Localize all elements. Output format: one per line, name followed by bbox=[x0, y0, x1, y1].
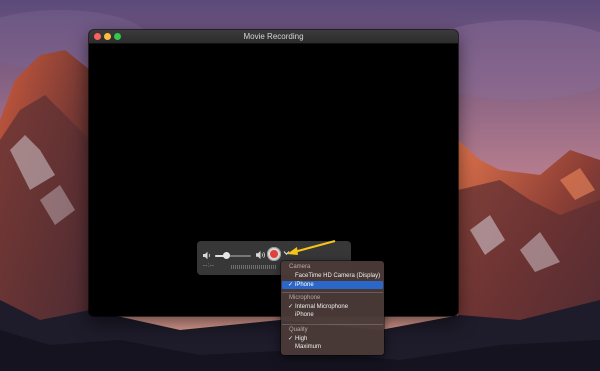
menu-item-label: Maximum bbox=[295, 344, 322, 350]
record-options-menu: Camera FaceTime HD Camera (Display) ✓ iP… bbox=[281, 261, 384, 355]
record-dot-icon bbox=[270, 250, 278, 258]
menu-separator bbox=[282, 292, 383, 293]
record-button[interactable] bbox=[267, 247, 281, 261]
title-bar[interactable]: Movie Recording bbox=[89, 30, 458, 44]
camera-preview bbox=[89, 44, 458, 316]
menu-item-iphone-microphone[interactable]: iPhone bbox=[282, 311, 383, 319]
menu-item-label: iPhone bbox=[295, 312, 314, 318]
menu-separator bbox=[282, 324, 383, 325]
menu-item-label: FaceTime HD Camera (Display) bbox=[295, 273, 381, 279]
recording-time: --:-- bbox=[203, 263, 215, 269]
volume-low-icon bbox=[203, 251, 210, 260]
annotation-arrow bbox=[287, 240, 336, 255]
volume-slider-knob[interactable] bbox=[222, 252, 230, 259]
menu-header-quality: Quality bbox=[289, 327, 308, 333]
menu-header-microphone: Microphone bbox=[289, 295, 321, 301]
menu-item-label: High bbox=[295, 336, 308, 342]
menu-item-label: Internal Microphone bbox=[295, 304, 349, 310]
menu-header-camera: Camera bbox=[289, 264, 311, 270]
menu-item-quality-maximum[interactable]: Maximum bbox=[282, 343, 383, 351]
menu-item-facetime-camera[interactable]: FaceTime HD Camera (Display) bbox=[282, 272, 383, 280]
menu-item-iphone-camera[interactable]: ✓ iPhone bbox=[282, 280, 383, 289]
menu-item-internal-microphone[interactable]: ✓ Internal Microphone bbox=[282, 303, 383, 311]
volume-slider[interactable] bbox=[215, 252, 251, 259]
audio-level-meter bbox=[231, 265, 277, 269]
checkmark-icon: ✓ bbox=[288, 304, 294, 310]
checkmark-icon: ✓ bbox=[288, 281, 294, 288]
volume-high-icon bbox=[256, 251, 265, 259]
menu-item-quality-high[interactable]: ✓ High bbox=[282, 335, 383, 343]
menu-item-label: iPhone bbox=[295, 281, 314, 288]
window-title: Movie Recording bbox=[243, 32, 304, 41]
checkmark-icon: ✓ bbox=[288, 336, 294, 342]
